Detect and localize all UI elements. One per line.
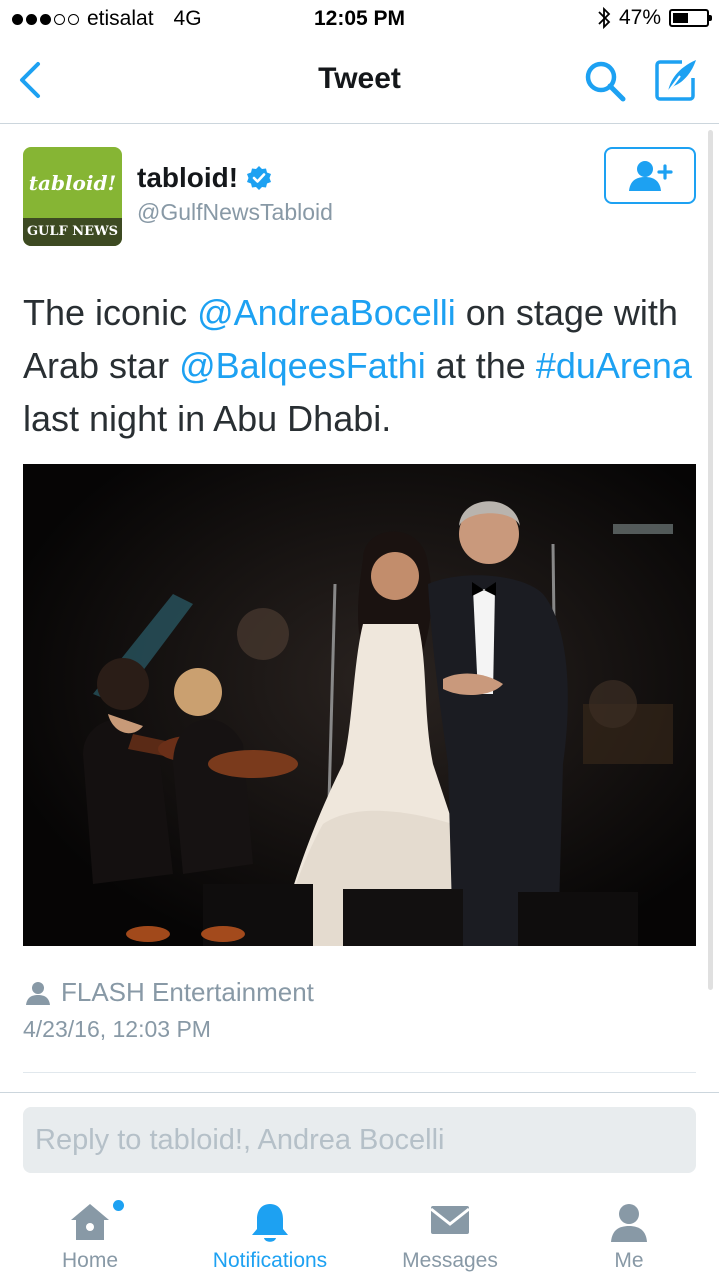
avatar-logo-text: tabloid!: [28, 171, 117, 195]
media-credit-label: FLASH Entertainment: [61, 977, 314, 1007]
scrollbar[interactable]: [708, 130, 713, 990]
compose-button[interactable]: [652, 56, 700, 104]
person-icon: [611, 1204, 647, 1242]
home-icon: [71, 1204, 109, 1240]
reply-input[interactable]: [23, 1107, 696, 1173]
tweet-text-part: last night in Abu Dhabi.: [23, 398, 392, 439]
status-right: 47%: [597, 6, 712, 30]
add-user-icon: [629, 160, 673, 191]
battery-icon: [669, 9, 712, 27]
compose-icon: [655, 60, 696, 101]
notification-dot: [113, 1200, 124, 1211]
concert-photo-illustration: [23, 464, 696, 946]
tweet-photo[interactable]: [23, 464, 696, 946]
tab-messages[interactable]: Messages: [360, 1192, 540, 1280]
tab-label: Home: [61, 1249, 119, 1272]
battery-percent: 47%: [618, 6, 661, 29]
media-credit[interactable]: FLASH Entertainment: [25, 977, 314, 1008]
author-display-name: tabloid!: [137, 162, 239, 193]
verified-badge-icon: [247, 166, 272, 190]
tab-notifications[interactable]: Notifications: [180, 1192, 360, 1280]
envelope-icon: [430, 1206, 470, 1234]
author-name[interactable]: tabloid!: [137, 162, 272, 194]
tab-label: Notifications: [212, 1249, 328, 1272]
mention-link[interactable]: @AndreaBocelli: [197, 292, 456, 333]
reply-bar: [0, 1092, 719, 1193]
navigation-bar: Tweet: [0, 40, 719, 124]
hashtag-link[interactable]: #duArena: [536, 345, 692, 386]
follow-button[interactable]: [604, 147, 696, 204]
avatar-band-text: GULF NEWS: [23, 218, 122, 246]
tweet-timestamp: 4/23/16, 12:03 PM: [23, 1016, 211, 1042]
status-bar: etisalat 4G 12:05 PM 47%: [0, 0, 719, 40]
tab-me[interactable]: Me: [539, 1192, 719, 1280]
search-icon: [585, 61, 626, 102]
author-handle[interactable]: @GulfNewsTabloid: [137, 199, 333, 226]
bluetooth-icon: [598, 6, 611, 30]
divider: [23, 1072, 696, 1073]
tab-bar: Home Notifications Messages Me: [0, 1192, 719, 1280]
avatar[interactable]: tabloid! GULF NEWS: [23, 147, 122, 246]
search-button[interactable]: [582, 58, 628, 104]
mention-link[interactable]: @BalqeesFathi: [179, 345, 426, 386]
tweet-text-part: The iconic: [23, 292, 198, 333]
tab-label: Me: [614, 1249, 644, 1272]
tab-label: Messages: [402, 1249, 498, 1272]
tweet-text: The iconic @AndreaBocelli on stage with …: [23, 286, 703, 445]
tweet-text-part: at the: [425, 345, 536, 386]
bell-icon: [252, 1204, 288, 1242]
person-icon: [26, 981, 50, 1005]
tab-home[interactable]: Home: [0, 1192, 180, 1280]
